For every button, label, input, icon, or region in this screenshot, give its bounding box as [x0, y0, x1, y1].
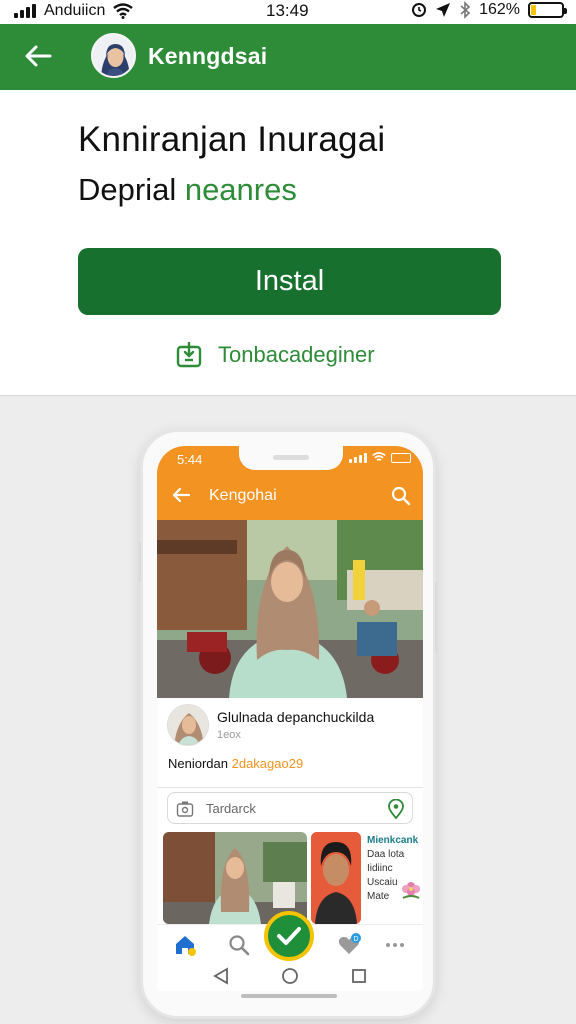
- battery-percent: 162%: [479, 1, 520, 18]
- mock-clock: 5:44: [177, 452, 203, 467]
- secondary-link[interactable]: Tonbacadeginer: [176, 342, 375, 368]
- mock-search-input[interactable]: Tardarck: [167, 792, 413, 824]
- phone-mockup: 5:44 Kengohai Glulnada depanchuckilda 1e…: [138, 429, 438, 1019]
- recents-square-icon[interactable]: [351, 968, 367, 984]
- mock-signal-icon: [349, 452, 367, 463]
- mock-search-icon[interactable]: [391, 486, 411, 506]
- search-icon[interactable]: [227, 933, 251, 957]
- post-text-highlight: 2dakagao29: [231, 756, 304, 771]
- subline-prefix: Deprial: [78, 172, 185, 207]
- side-text-2: Daa lota: [367, 849, 405, 860]
- mock-header-title: Kengohai: [209, 487, 277, 504]
- post-meta: 1eox: [217, 729, 241, 741]
- camera-box-icon[interactable]: [176, 800, 194, 818]
- post-text: Neniordan 2dakagao29: [168, 756, 303, 771]
- system-nav-bar: [157, 964, 423, 991]
- subline-accent: neanres: [184, 172, 297, 207]
- home-icon[interactable]: [173, 933, 197, 957]
- heart-badge-icon[interactable]: D: [337, 933, 361, 957]
- svg-text:D: D: [353, 936, 358, 943]
- secondary-link-label: Tonbacadeginer: [218, 342, 375, 367]
- phone-power-button: [435, 582, 438, 652]
- app-subline: Deprial neanres: [78, 172, 297, 208]
- app-headline: Knniranjan Inuragai: [78, 120, 386, 159]
- mock-search-placeholder: Tardarck: [206, 801, 256, 816]
- phone-screen: 5:44 Kengohai Glulnada depanchuckilda 1e…: [157, 446, 423, 991]
- bluetooth-icon: [460, 1, 471, 19]
- mock-wifi-icon: [372, 452, 386, 461]
- side-text-list: Mienkcank Daa lota Iidiinc Uscaiu Mate: [367, 834, 423, 904]
- header-title: Kenngdsai: [148, 43, 268, 69]
- flower-icon: [402, 882, 420, 899]
- mock-back-icon[interactable]: [171, 486, 191, 504]
- street-portrait-image: [157, 520, 423, 698]
- check-icon: [277, 927, 301, 945]
- battery-icon: [528, 2, 567, 18]
- install-card: Knniranjan Inuragai Deprial neanres Inst…: [0, 90, 576, 396]
- alarm-icon: [412, 3, 427, 17]
- thumbnail-profile[interactable]: [311, 832, 361, 924]
- wifi-icon: [113, 3, 134, 19]
- mock-header: Kengohai: [157, 472, 423, 520]
- post-text-prefix: Neniordan: [168, 756, 232, 771]
- app-header: Kenngdsai: [0, 24, 576, 90]
- post-avatar-portrait: [168, 705, 208, 745]
- check-fab-button[interactable]: [264, 911, 314, 961]
- back-arrow-icon[interactable]: [24, 44, 52, 68]
- battery-level: [531, 5, 537, 15]
- phone-side-button: [138, 542, 141, 582]
- post-card[interactable]: Glulnada depanchuckilda 1eox Neniordan 2…: [157, 698, 423, 788]
- signal-icon: [14, 4, 36, 18]
- location-icon: [436, 3, 451, 17]
- home-circle-icon[interactable]: [281, 967, 299, 985]
- thumbnail-man-image: [311, 832, 361, 924]
- status-bar: Anduiicn 13:49 162%: [0, 0, 576, 24]
- download-box-icon: [176, 342, 202, 368]
- more-icon[interactable]: [383, 933, 407, 957]
- avatar-portrait: [93, 35, 134, 76]
- clock: 13:49: [266, 1, 309, 20]
- mock-battery-icon: [391, 452, 411, 463]
- post-author-name: Glulnada depanchuckilda: [217, 709, 375, 725]
- carrier-label: Anduiicn: [44, 2, 106, 19]
- map-pin-icon[interactable]: [388, 799, 404, 819]
- avatar[interactable]: [91, 33, 136, 78]
- post-avatar[interactable]: [167, 704, 209, 746]
- post-photo[interactable]: [157, 520, 423, 698]
- home-indicator: [241, 994, 337, 998]
- mock-tab-bar: D: [157, 911, 423, 964]
- back-triangle-icon[interactable]: [213, 967, 229, 985]
- side-text-1: Mienkcank: [367, 835, 419, 846]
- phone-notch: [239, 446, 343, 470]
- side-text-3: Iidiinc: [367, 863, 393, 874]
- install-button[interactable]: Instal: [78, 248, 501, 315]
